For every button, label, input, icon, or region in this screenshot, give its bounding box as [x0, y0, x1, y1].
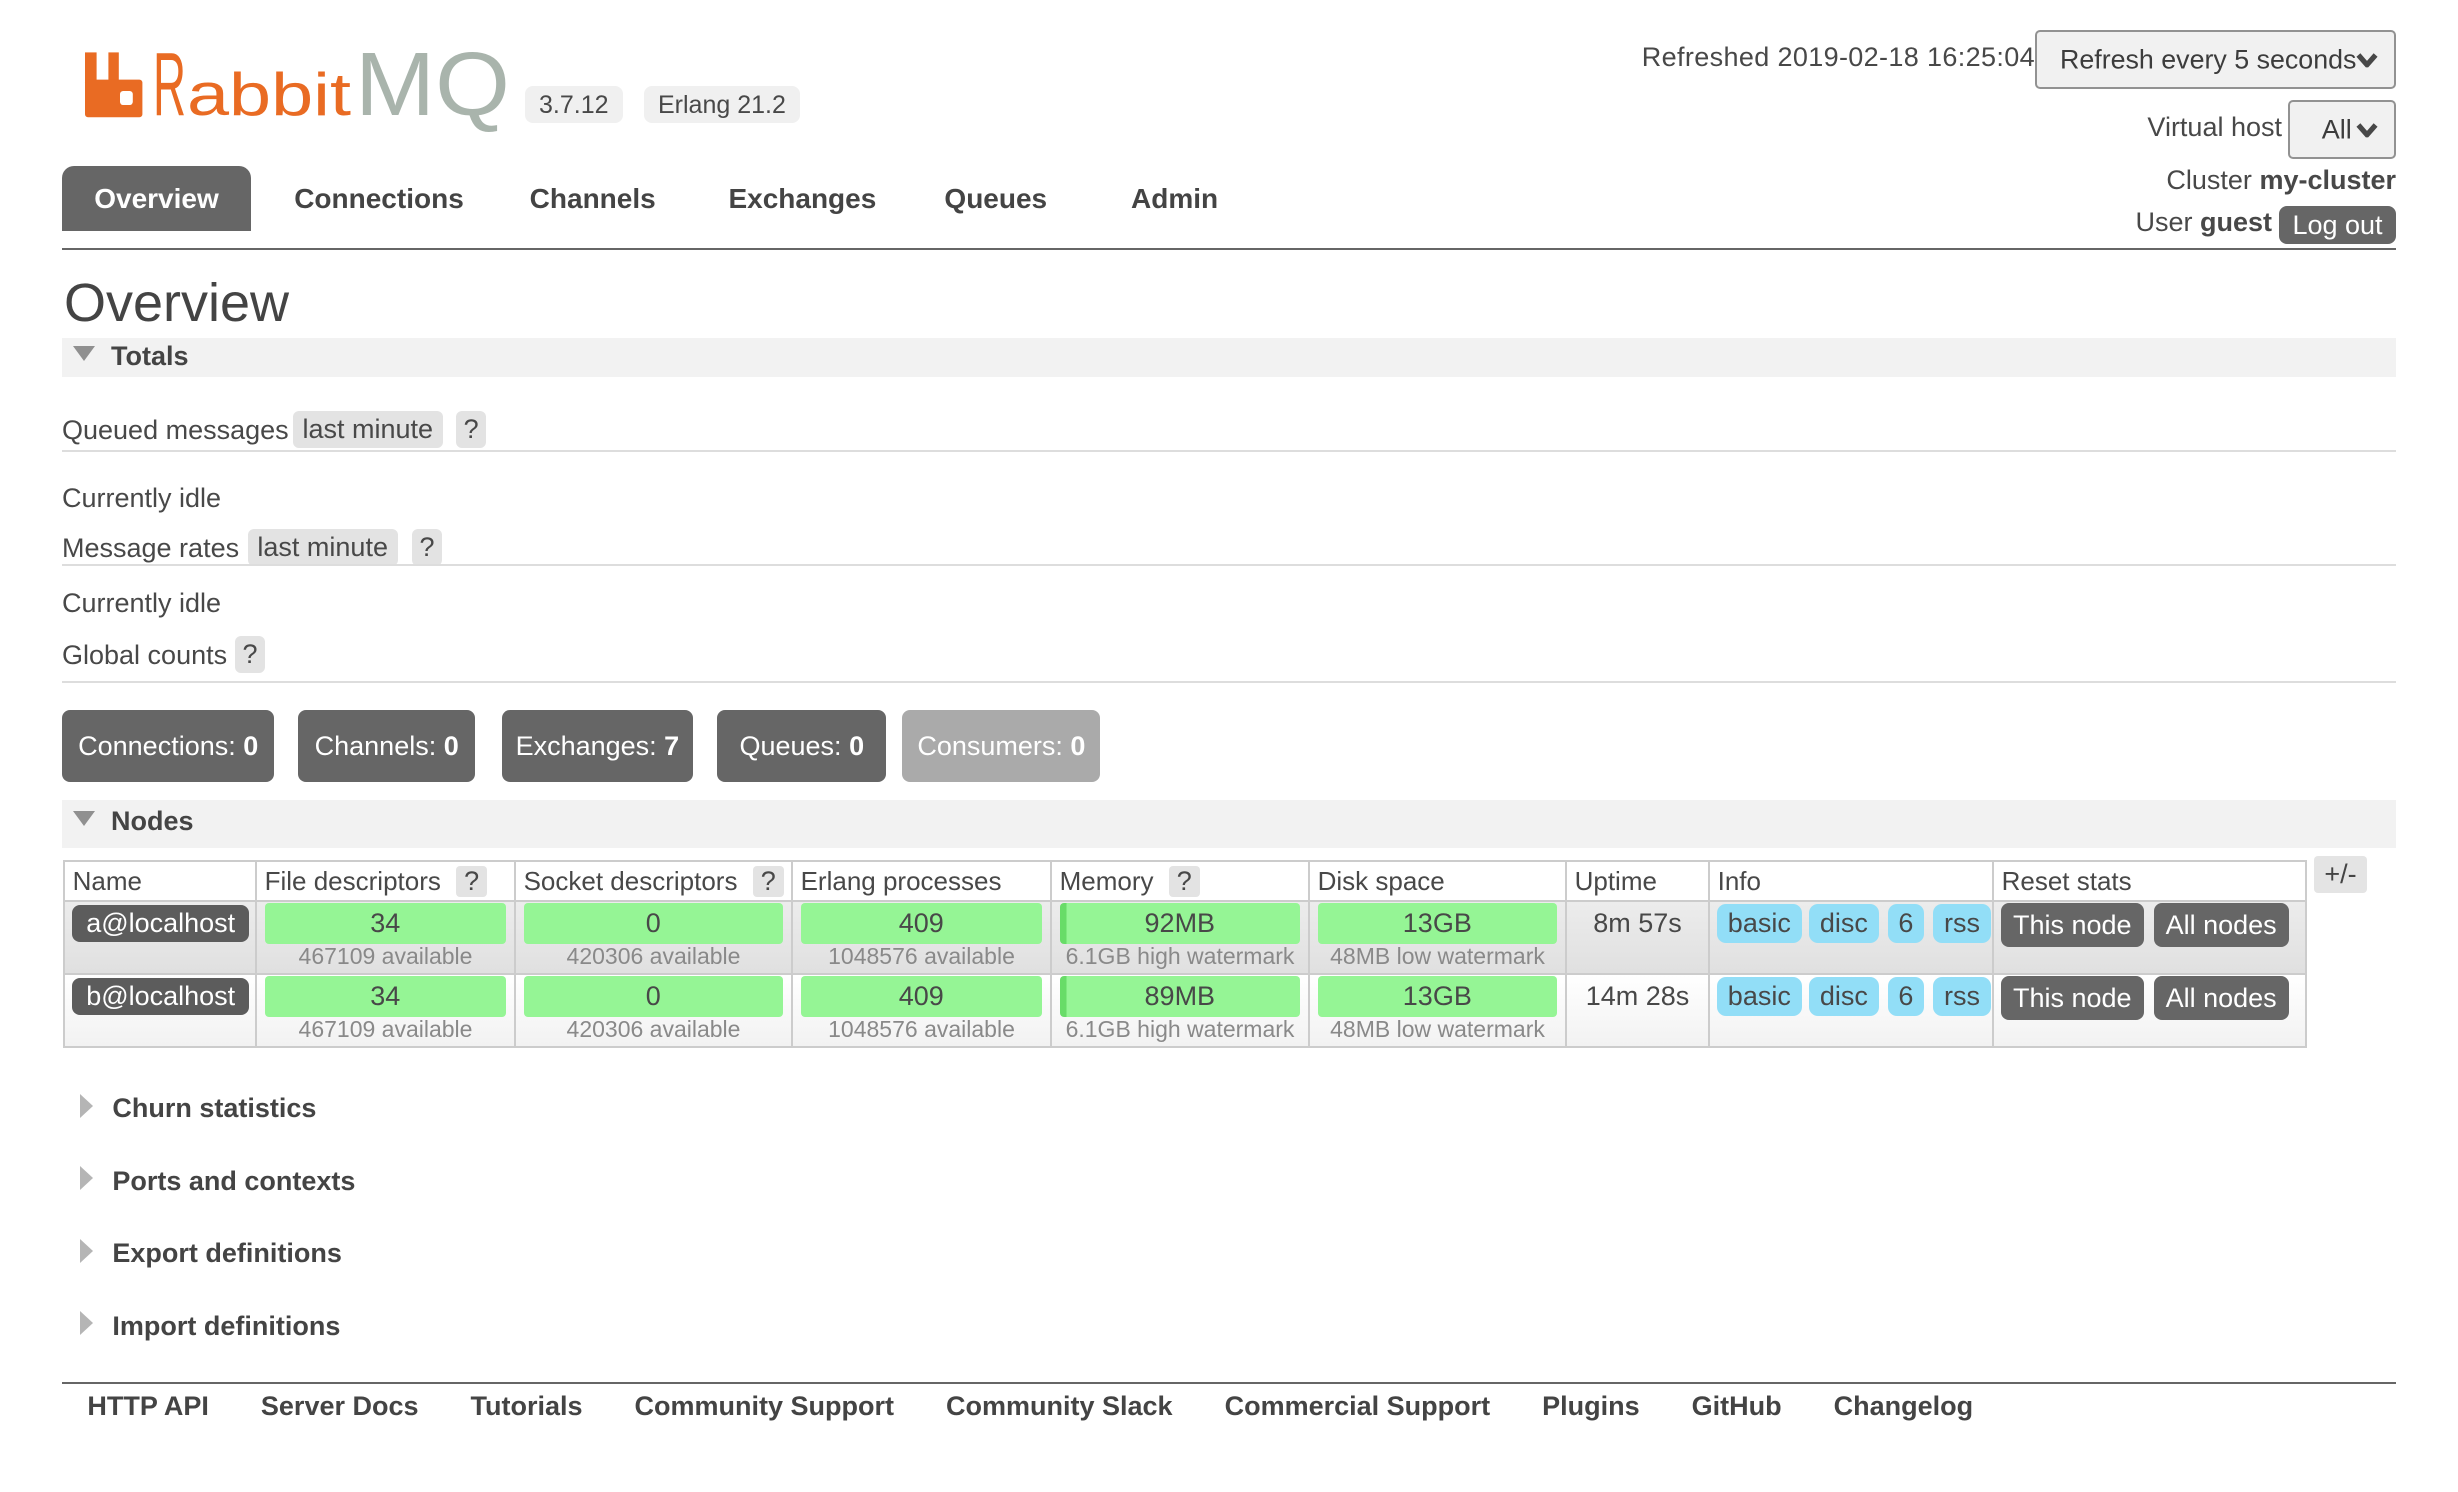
- svg-text:R: R: [153, 50, 186, 135]
- svg-text:abbit: abbit: [187, 61, 351, 128]
- svg-text:MQ: MQ: [355, 50, 510, 135]
